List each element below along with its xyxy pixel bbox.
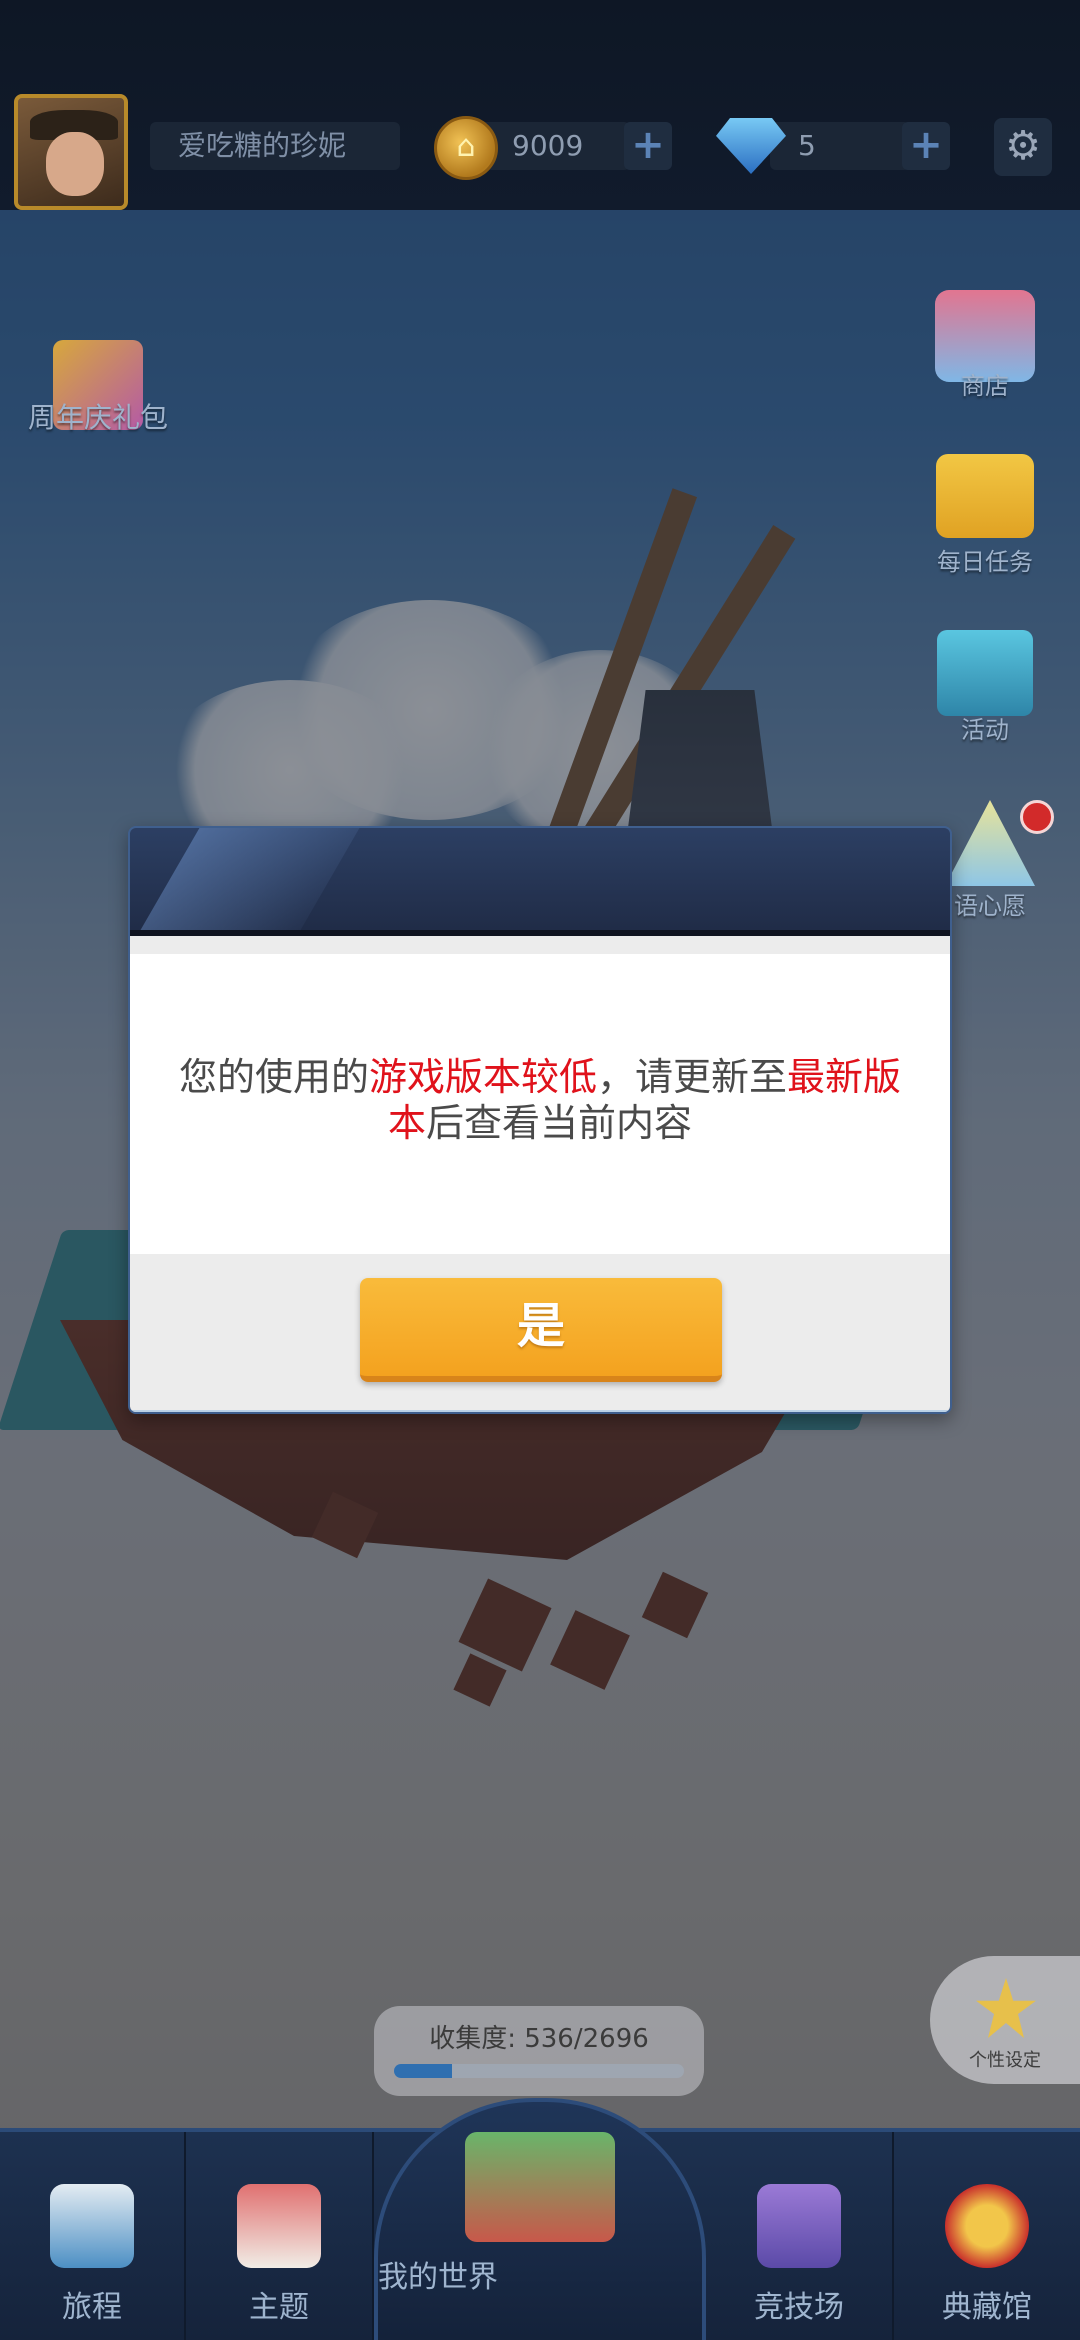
- message-text: 后查看当前内容: [426, 1101, 693, 1145]
- events-label: 活动: [961, 716, 1009, 744]
- player-name: 爱吃糖的珍妮: [150, 122, 400, 170]
- top-hud: 爱吃糖的珍妮 9009 + 5 + ⚙: [0, 0, 1080, 210]
- collection-progress: 收集度: 536/2696: [374, 2006, 704, 2096]
- island-world-icon: [465, 2132, 615, 2242]
- anniversary-gift-label: 周年庆礼包: [27, 401, 168, 434]
- coin-icon: [434, 116, 498, 180]
- gem-count: 5: [770, 122, 910, 170]
- magic-wand-icon: [976, 1978, 1036, 2038]
- anniversary-gift-button[interactable]: 周年庆礼包: [18, 340, 178, 436]
- nav-journey[interactable]: 旅程: [0, 2132, 186, 2340]
- dialog-footer: 是: [130, 1254, 950, 1412]
- header-sheen: [140, 828, 360, 930]
- nav-my-world-label: 我的世界: [378, 2260, 498, 2295]
- daily-tasks-label: 每日任务: [937, 548, 1033, 576]
- calendar-check-icon: [936, 454, 1034, 538]
- nav-theme[interactable]: 主题: [186, 2132, 374, 2340]
- house-icon: [237, 2184, 321, 2268]
- nav-arena-label: 竞技场: [754, 2290, 844, 2325]
- customize-label: 个性设定: [969, 2050, 1041, 2071]
- notification-dot: [1020, 800, 1054, 834]
- shop-label: 商店: [961, 372, 1009, 400]
- shop-button[interactable]: 商店: [920, 290, 1050, 401]
- events-button[interactable]: 活动: [920, 630, 1050, 745]
- gift-box-icon: [937, 630, 1033, 716]
- nav-arena[interactable]: 竞技场: [706, 2132, 894, 2340]
- settings-button[interactable]: ⚙: [994, 118, 1052, 176]
- dialog-message: 您的使用的游戏版本较低，请更新至最新版本后查看当前内容: [160, 1054, 920, 1146]
- dialog-header: [130, 828, 950, 930]
- star-medal-icon: [945, 2184, 1029, 2268]
- confirm-button[interactable]: 是: [360, 1278, 722, 1382]
- customize-button[interactable]: 个性设定: [930, 1956, 1080, 2084]
- gear-icon: ⚙: [1005, 123, 1041, 169]
- nav-theme-label: 主题: [249, 2290, 309, 2325]
- message-highlight-old-version: 游戏版本较低: [368, 1055, 597, 1099]
- dialog-body: 您的使用的游戏版本较低，请更新至最新版本后查看当前内容: [130, 936, 950, 1254]
- add-gems-button[interactable]: +: [902, 122, 950, 170]
- nav-collection-hall[interactable]: 典藏馆: [894, 2132, 1080, 2340]
- nav-collection-hall-label: 典藏馆: [942, 2290, 1032, 2325]
- nav-journey-label: 旅程: [62, 2290, 122, 2325]
- message-text: 您的使用的: [178, 1055, 369, 1099]
- collection-label: 收集度: 536/2696: [429, 2024, 649, 2054]
- collection-progress-fill: [394, 2064, 452, 2078]
- version-warning-dialog: 您的使用的游戏版本较低，请更新至最新版本后查看当前内容 是: [128, 826, 952, 1414]
- daily-tasks-button[interactable]: 每日任务: [920, 454, 1050, 577]
- collection-progress-track: [394, 2064, 684, 2078]
- avatar-face: [46, 132, 104, 196]
- add-coins-button[interactable]: +: [624, 122, 672, 170]
- crown-shield-icon: [757, 2184, 841, 2268]
- message-text: ，请更新至: [597, 1055, 788, 1099]
- camera-icon: [50, 2184, 134, 2268]
- avatar[interactable]: [14, 94, 128, 210]
